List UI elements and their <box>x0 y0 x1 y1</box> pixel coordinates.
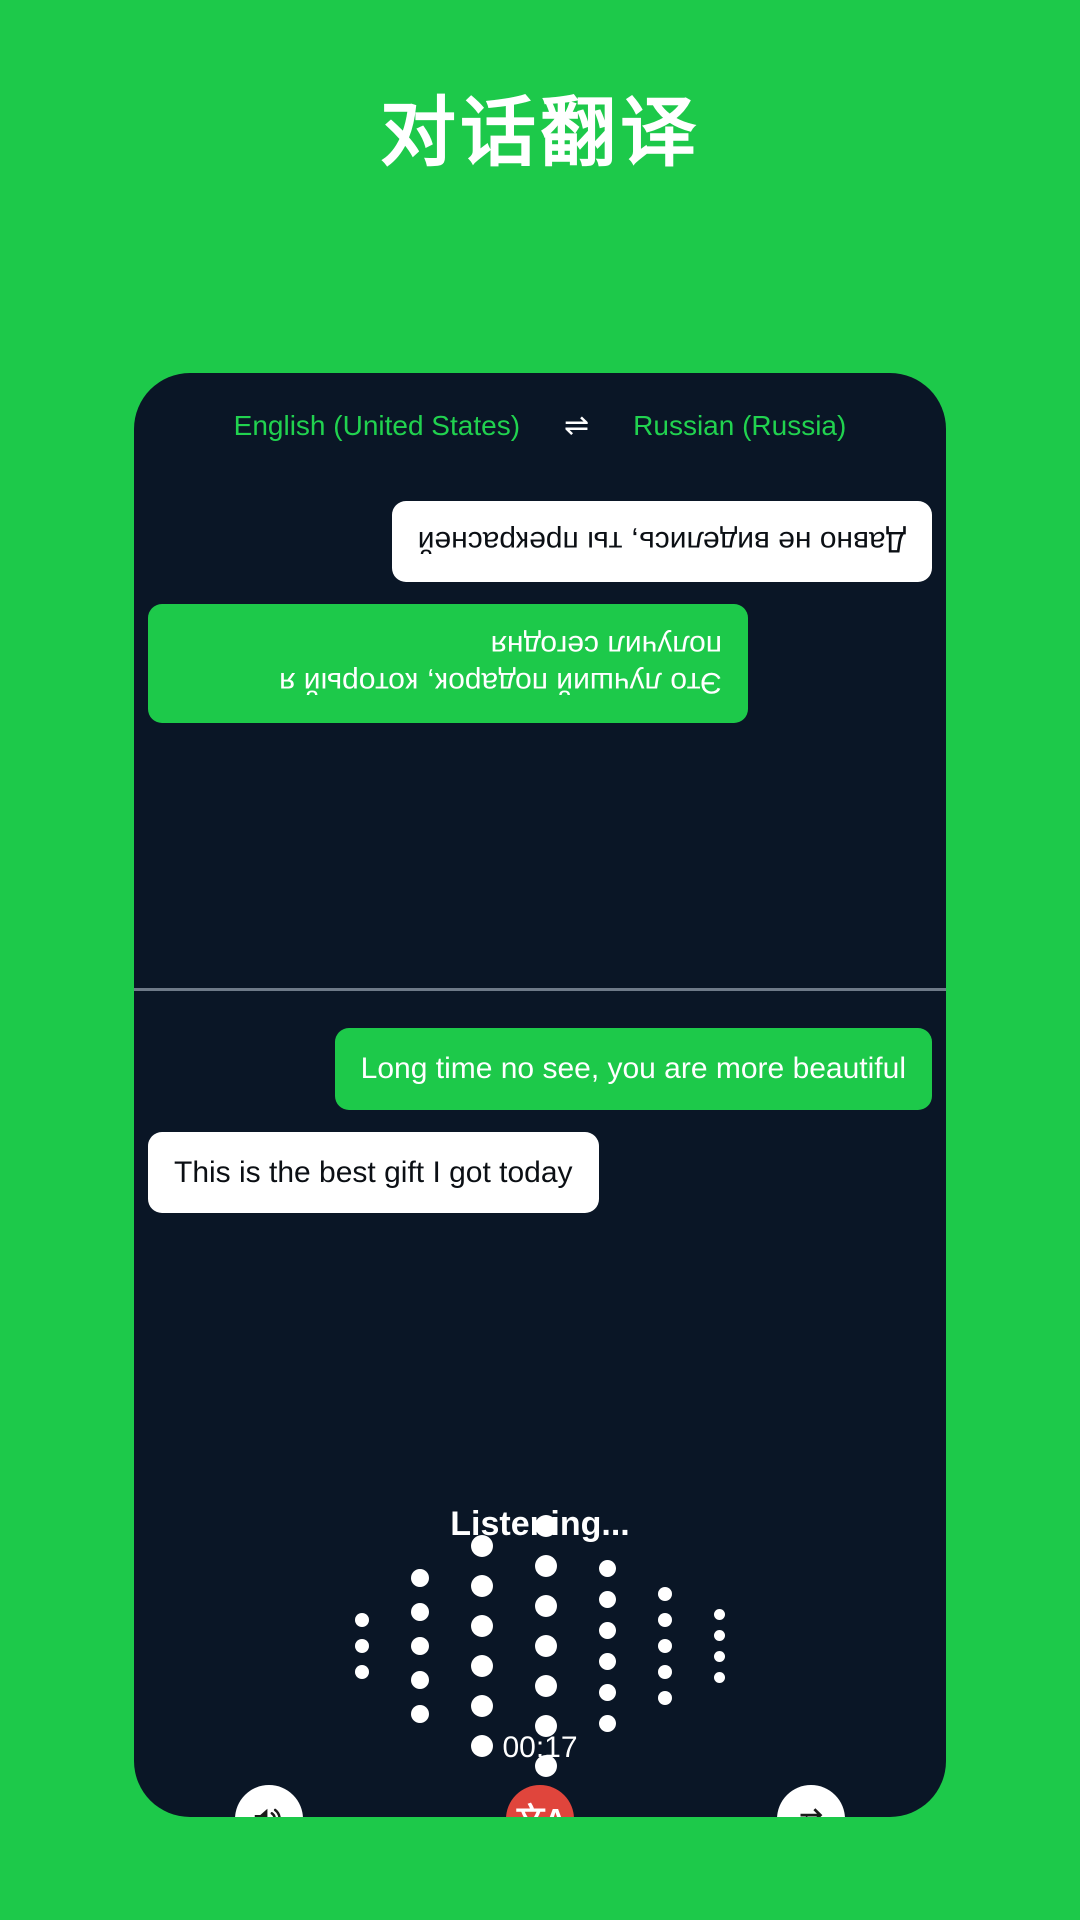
audio-waveform <box>134 1515 946 1777</box>
toggle-button[interactable]: Toggle <box>691 1785 931 1817</box>
waveform-dot <box>355 1613 369 1627</box>
message-row: Long time no see, you are more beautiful <box>148 1028 932 1110</box>
message-bubble-russian-1[interactable]: Это лучший подарок, который я получил се… <box>148 604 748 724</box>
recording-timer: 00:17 <box>502 1731 578 1764</box>
toggle-button-circle[interactable] <box>776 1785 845 1817</box>
conversation-pane-bottom: Long time no see, you are more beautiful… <box>134 992 946 1322</box>
waveform-dot <box>714 1609 725 1620</box>
waveform-dot <box>471 1655 493 1677</box>
quit-button[interactable]: 文A Quit <box>420 1785 660 1817</box>
waveform-dot <box>471 1695 493 1717</box>
waveform-dot <box>355 1639 369 1653</box>
waveform-column <box>411 1561 429 1731</box>
message-row: Это лучший подарок, который я получил се… <box>148 604 932 724</box>
waveform-dot <box>658 1639 672 1653</box>
page-title: 对话翻译 <box>380 91 700 176</box>
waveform-dot <box>599 1715 616 1732</box>
repeat-arrows-icon <box>800 1808 823 1817</box>
control-bar: Speaker is on 文A Quit Toggle <box>134 1785 946 1817</box>
waveform-dot <box>658 1691 672 1705</box>
waveform-dot <box>599 1622 616 1639</box>
waveform-dot <box>535 1635 557 1657</box>
waveform-dot <box>355 1665 369 1679</box>
message-row: This is the best gift I got today <box>148 1131 932 1213</box>
waveform-dot <box>599 1684 616 1701</box>
swap-horizontal-icon[interactable]: ⇌ <box>564 411 589 441</box>
waveform-dot <box>658 1613 672 1627</box>
message-bubble-english-1[interactable]: Long time no see, you are more beautiful <box>334 1028 932 1110</box>
waveform-dot <box>535 1595 557 1617</box>
waveform-dot <box>535 1555 557 1577</box>
waveform-dot <box>599 1560 616 1577</box>
waveform-column <box>355 1607 369 1685</box>
waveform-dot <box>411 1671 429 1689</box>
waveform-dot <box>411 1637 429 1655</box>
waveform-column <box>714 1604 725 1688</box>
speaker-on-icon <box>255 1808 281 1817</box>
waveform-dot <box>411 1603 429 1621</box>
waveform-dot <box>411 1569 429 1587</box>
language-bar: English (United States) ⇌ Russian (Russi… <box>134 373 946 479</box>
waveform-dot <box>471 1575 493 1597</box>
waveform-column <box>599 1553 616 1739</box>
waveform-dot <box>411 1705 429 1723</box>
waveform-dot <box>471 1615 493 1637</box>
target-language-selector[interactable]: Russian (Russia) <box>633 410 846 442</box>
waveform-dot <box>658 1665 672 1679</box>
message-bubble-english-2[interactable]: This is the best gift I got today <box>148 1131 599 1213</box>
quit-button-circle[interactable]: 文A <box>505 1785 574 1818</box>
source-language-selector[interactable]: English (United States) <box>234 410 520 442</box>
pane-divider <box>134 988 946 991</box>
waveform-dot <box>599 1591 616 1608</box>
message-row: Давно не виделись, ты прекрасней <box>148 501 932 583</box>
waveform-dot <box>599 1653 616 1670</box>
waveform-dot <box>714 1672 725 1683</box>
waveform-dot <box>471 1535 493 1557</box>
waveform-dot <box>535 1675 557 1697</box>
waveform-column <box>658 1581 672 1711</box>
speaker-button-circle[interactable] <box>235 1785 304 1817</box>
waveform-column <box>471 1526 493 1766</box>
waveform-dot <box>535 1515 557 1537</box>
waveform-dot <box>714 1651 725 1662</box>
waveform-dot <box>714 1630 725 1641</box>
conversation-pane-top: Это лучший подарок, который я получил се… <box>134 479 946 988</box>
phone-card: English (United States) ⇌ Russian (Russi… <box>134 373 946 1817</box>
translate-icon: 文A <box>515 1804 566 1818</box>
message-bubble-russian-2[interactable]: Давно не виделись, ты прекрасней <box>391 501 932 583</box>
waveform-dot <box>658 1587 672 1601</box>
speaker-button[interactable]: Speaker is on <box>149 1785 389 1817</box>
